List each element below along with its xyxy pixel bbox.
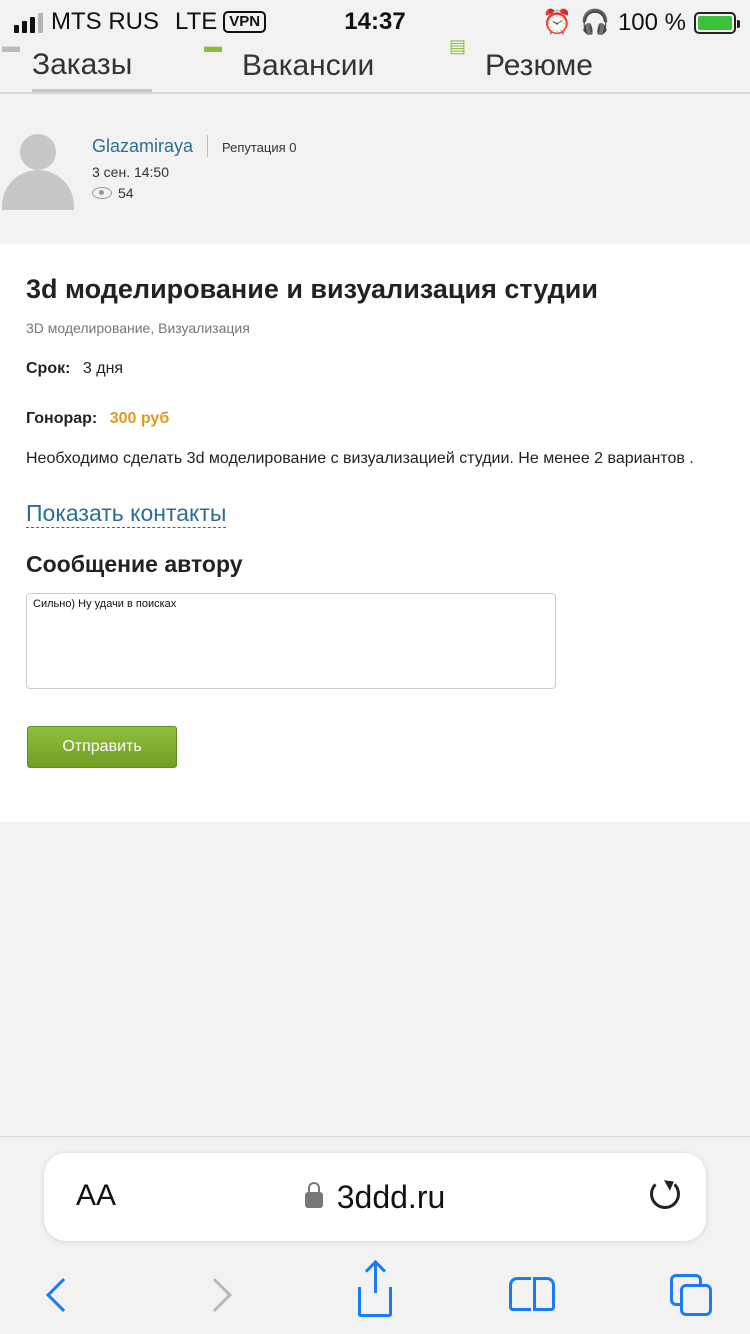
battery-percent: 100 % xyxy=(617,8,686,36)
back-button[interactable] xyxy=(28,1267,88,1323)
divider xyxy=(207,135,208,157)
tab-orders[interactable]: ▬ Заказы xyxy=(2,36,152,92)
views-value: 54 xyxy=(118,185,134,201)
tab-vacancies-label: Вакансии xyxy=(242,49,375,82)
lock-icon xyxy=(304,1182,323,1208)
post-date: 3 сен. 14:50 xyxy=(92,164,170,180)
avatar[interactable] xyxy=(2,132,74,210)
status-bar: MTS RUS LTE VPN 14:37 ⏰ 🎧 100 % xyxy=(0,0,750,40)
tabs-icon xyxy=(670,1274,714,1316)
chevron-right-icon xyxy=(198,1278,232,1312)
author-block: Glazamiraya Репутация 0 3 сен. 14:50 54 xyxy=(0,94,750,244)
url-text: 3ddd.ru xyxy=(336,1179,446,1215)
tab-resume-label: Резюме xyxy=(485,49,593,82)
term-label: Срок: xyxy=(26,360,71,377)
order-description: Необходимо сделать 3d моделирование с ви… xyxy=(26,450,694,467)
tab-resume[interactable]: ▤ Резюме xyxy=(449,36,593,92)
headphones-icon: 🎧 xyxy=(580,9,610,36)
term-value: 3 дня xyxy=(82,360,124,377)
send-button[interactable]: Отправить xyxy=(27,726,177,768)
author-name-link[interactable]: Glazamiraya xyxy=(92,136,193,157)
fee-row: Гонорар: 300 руб xyxy=(26,410,169,428)
battery-icon xyxy=(694,11,740,34)
eye-icon xyxy=(92,187,112,199)
browser-toolbar: AA 3ddd.ru xyxy=(0,1136,750,1334)
views-count: 54 xyxy=(92,185,134,201)
book-icon xyxy=(509,1277,555,1313)
share-icon xyxy=(358,1263,392,1317)
briefcase-icon: ▬ xyxy=(204,36,222,56)
forward-button[interactable] xyxy=(190,1267,250,1323)
address-bar[interactable]: AA 3ddd.ru xyxy=(44,1153,706,1241)
message-title: Сообщение автору xyxy=(26,551,243,577)
tab-orders-label: Заказы xyxy=(32,47,133,81)
document-icon: ▤ xyxy=(449,36,467,56)
fee-value: 300 руб xyxy=(109,410,170,427)
bookmarks-button[interactable] xyxy=(502,1267,562,1323)
url-display[interactable]: 3ddd.ru xyxy=(44,1179,706,1216)
alarm-icon: ⏰ xyxy=(542,9,573,36)
show-contacts-link[interactable]: Показать контакты xyxy=(26,499,227,528)
chevron-left-icon xyxy=(46,1278,80,1312)
order-title: 3d моделирование и визуализация студии xyxy=(26,274,598,304)
order-categories: 3D моделирование, Визуализация xyxy=(26,320,250,336)
message-textarea[interactable]: Сильно) Ну удачи в поисках xyxy=(26,593,556,689)
order-card: 3d моделирование и визуализация студии 3… xyxy=(0,244,750,822)
term-row: Срок: 3 дня xyxy=(26,360,123,378)
category-tabs: ▬ Заказы ▬ Вакансии ▤ Резюме xyxy=(0,36,750,94)
tabs-button[interactable] xyxy=(662,1267,722,1323)
reputation: Репутация 0 xyxy=(222,140,297,155)
orders-icon: ▬ xyxy=(2,36,20,56)
reload-icon[interactable] xyxy=(650,1179,680,1209)
fee-label: Гонорар: xyxy=(26,410,98,427)
status-right: ⏰ 🎧 100 % xyxy=(542,8,740,37)
tab-vacancies[interactable]: ▬ Вакансии xyxy=(204,36,375,92)
share-button[interactable] xyxy=(345,1263,405,1323)
